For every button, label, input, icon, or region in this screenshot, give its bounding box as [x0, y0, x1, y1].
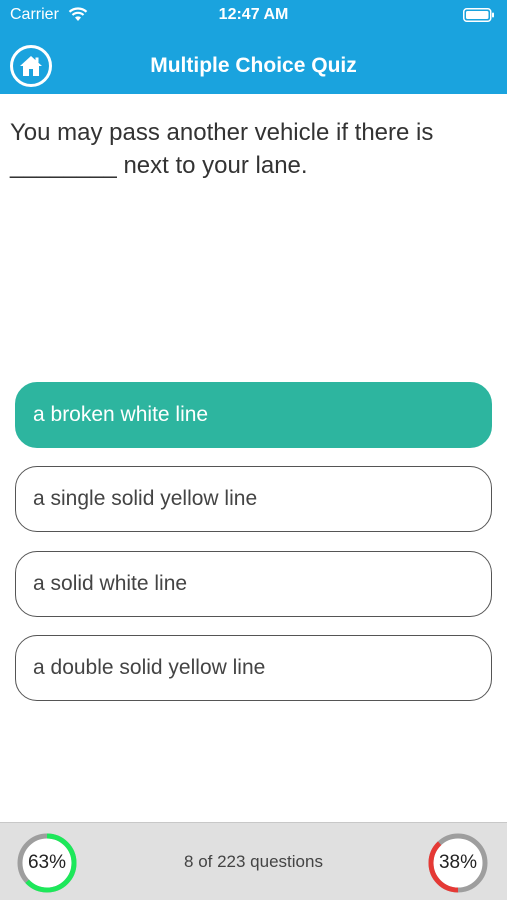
status-bar: Carrier 12:47 AM	[0, 0, 507, 30]
wrong-percent-label: 38%	[438, 852, 478, 873]
footer-bar: 63% 8 of 223 questions 38%	[0, 822, 507, 900]
answer-option-1[interactable]: a broken white line	[15, 382, 492, 448]
question-text: You may pass another vehicle if there is…	[10, 119, 434, 179]
status-time: 12:47 AM	[218, 6, 289, 23]
answer-option-3[interactable]: a solid white line	[15, 551, 492, 617]
answer-option-label: a double solid yellow line	[33, 656, 266, 679]
answer-option-4[interactable]: a double solid yellow line	[15, 635, 492, 701]
battery-icon	[463, 8, 494, 22]
answer-option-label: a broken white line	[33, 403, 209, 426]
top-bar: Carrier 12:47 AM Multiple Choice Quiz	[0, 0, 507, 94]
page-title: Multiple Choice Quiz	[150, 54, 357, 77]
wrong-score-ring: 38%	[427, 832, 489, 894]
answer-option-label: a solid white line	[33, 572, 188, 595]
answer-option-label: a single solid yellow line	[33, 487, 258, 510]
answer-option-2[interactable]: a single solid yellow line	[15, 466, 492, 532]
